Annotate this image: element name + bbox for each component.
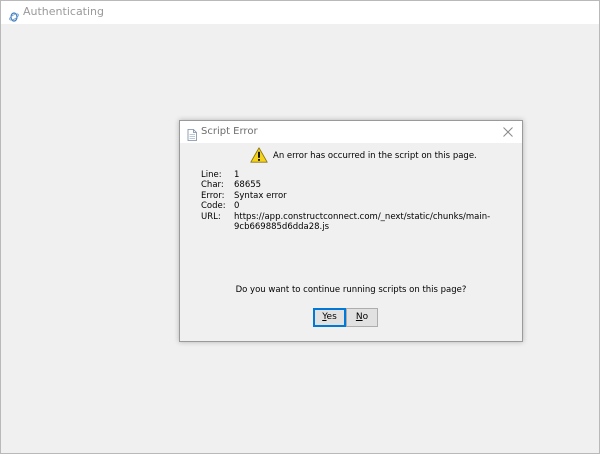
detail-value: 0	[234, 201, 240, 212]
dialog-title: Script Error	[201, 126, 258, 137]
detail-value: Syntax error	[234, 190, 287, 201]
detail-row-error: Error: Syntax error	[201, 191, 511, 201]
detail-key: Line:	[201, 170, 222, 180]
dialog-titlebar[interactable]: Script Error	[180, 121, 522, 143]
close-icon	[503, 127, 513, 137]
authenticating-window: Authenticating Script Error An error has…	[0, 0, 600, 454]
document-icon	[187, 126, 197, 141]
warning-icon	[250, 147, 268, 163]
detail-row-code: Code: 0	[201, 201, 511, 211]
detail-key: URL:	[201, 211, 221, 222]
detail-row-url: URL: https://app.constructconnect.com/_n…	[201, 212, 511, 233]
window-titlebar: Authenticating	[1, 1, 599, 24]
close-button[interactable]	[494, 121, 522, 143]
no-button[interactable]: No	[346, 308, 378, 327]
yes-button-label-rest: es	[326, 312, 337, 322]
detail-key: Error:	[201, 190, 225, 201]
no-button-label-rest: o	[362, 312, 369, 322]
detail-value: 1	[234, 170, 240, 180]
yes-button[interactable]: Yes	[313, 308, 346, 327]
detail-key: Char:	[201, 180, 224, 191]
detail-row-char: Char: 68655	[201, 180, 511, 190]
detail-key: Code:	[201, 201, 226, 212]
detail-row-line: Line: 1	[201, 170, 511, 180]
detail-value-url: https://app.constructconnect.com/_next/s…	[234, 211, 491, 233]
error-details: Line: 1 Char: 68655 Error: Syntax error …	[201, 170, 511, 232]
script-error-dialog: Script Error An error has occurred in th…	[179, 120, 523, 342]
no-button-mnemonic: N	[355, 312, 363, 322]
continue-question: Do you want to continue running scripts …	[235, 285, 467, 295]
detail-value: 68655	[234, 180, 262, 191]
browser-app-icon	[9, 7, 19, 22]
error-message: An error has occurred in the script on t…	[273, 151, 477, 161]
window-title: Authenticating	[23, 5, 105, 18]
